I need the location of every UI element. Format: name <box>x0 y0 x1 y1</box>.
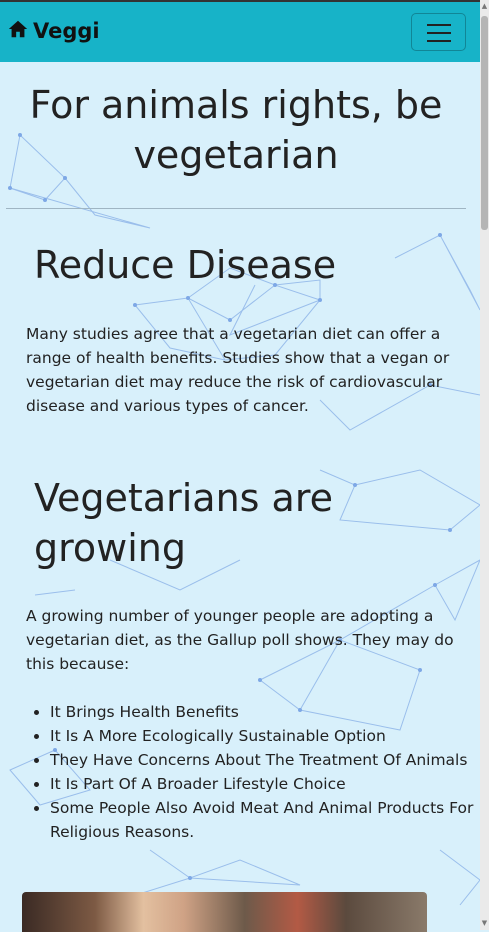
reasons-list: It Brings Health Benefits It Is A More E… <box>26 700 489 844</box>
brand-name: Veggi <box>33 19 100 43</box>
scroll-down-arrow-icon[interactable]: ▼ <box>481 919 488 928</box>
reduce-disease-heading: Reduce Disease <box>34 243 337 287</box>
list-item: It Is Part Of A Broader Lifestyle Choice <box>50 772 489 796</box>
vegetarians-growing-heading: Vegetarians are growing <box>34 476 333 570</box>
list-item: They Have Concerns About The Treatment O… <box>50 748 489 772</box>
section-divider <box>6 208 466 209</box>
brand-link[interactable]: Veggi <box>7 18 100 44</box>
home-icon <box>7 18 29 44</box>
page-title: For animals rights, be vegetarian <box>29 83 443 177</box>
reduce-disease-text: Many studies agree that a vegetarian die… <box>26 325 450 415</box>
menu-toggle-button[interactable] <box>411 13 466 51</box>
top-navbar: Veggi <box>0 0 480 62</box>
list-item: It Is A More Ecologically Sustainable Op… <box>50 724 489 748</box>
list-item: It Brings Health Benefits <box>50 700 489 724</box>
list-item: Some People Also Avoid Meat And Animal P… <box>50 796 489 844</box>
scrollbar-thumb[interactable] <box>481 16 488 230</box>
people-photo <box>22 892 427 932</box>
scroll-up-arrow-icon[interactable]: ▲ <box>481 2 488 11</box>
vegetarians-growing-text: A growing number of younger people are a… <box>26 607 454 673</box>
